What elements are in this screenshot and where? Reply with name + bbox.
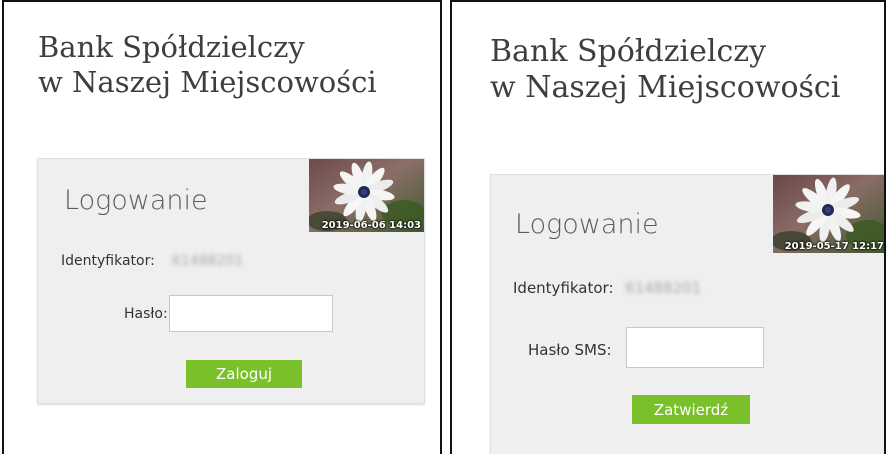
identifier-label: Identyfikator: [513,279,614,297]
sms-code-input[interactable] [626,327,764,368]
bank-name: Bank Spółdzielczy w Naszej Miejscowości [38,30,377,100]
flower-photo: 2019-06-06 14:03 [309,159,424,232]
login-button[interactable]: Zaloguj [186,360,302,388]
identifier-label: Identyfikator: [61,253,155,269]
photo-timestamp: 2019-05-17 12:17 [784,241,884,252]
login-title: Logowanie [64,185,208,216]
bank-name-line2: w Naszej Miejscowości [490,70,841,105]
bank-name-line1: Bank Spółdzielczy [490,34,767,69]
flower-photo: 2019-05-17 12:17 [773,175,884,253]
sms-confirm-card: Logowanie 2019-05-17 12:17 Identyfikator… [490,174,884,454]
sms-code-label: Hasło SMS: [528,341,612,359]
bank-name-line1: Bank Spółdzielczy [38,30,305,64]
login-panel-right: Bank Spółdzielczy w Naszej Miejscowości … [450,0,886,454]
password-label: Hasło: [124,306,168,322]
confirm-button[interactable]: Zatwierdź [632,395,750,424]
password-input[interactable] [169,295,333,332]
login-title: Logowanie [515,209,659,240]
bank-name: Bank Spółdzielczy w Naszej Miejscowości [490,34,840,106]
login-panel-left: Bank Spółdzielczy w Naszej Miejscowości … [2,0,442,454]
identifier-value: 61488201 [625,279,702,297]
bank-name-line2: w Naszej Miejscowości [38,64,377,99]
login-card: Logowanie 2019-06-06 14:03 Identyfikator… [37,158,425,404]
identifier-value: 61488201 [172,253,244,269]
photo-timestamp: 2019-06-06 14:03 [321,220,421,231]
